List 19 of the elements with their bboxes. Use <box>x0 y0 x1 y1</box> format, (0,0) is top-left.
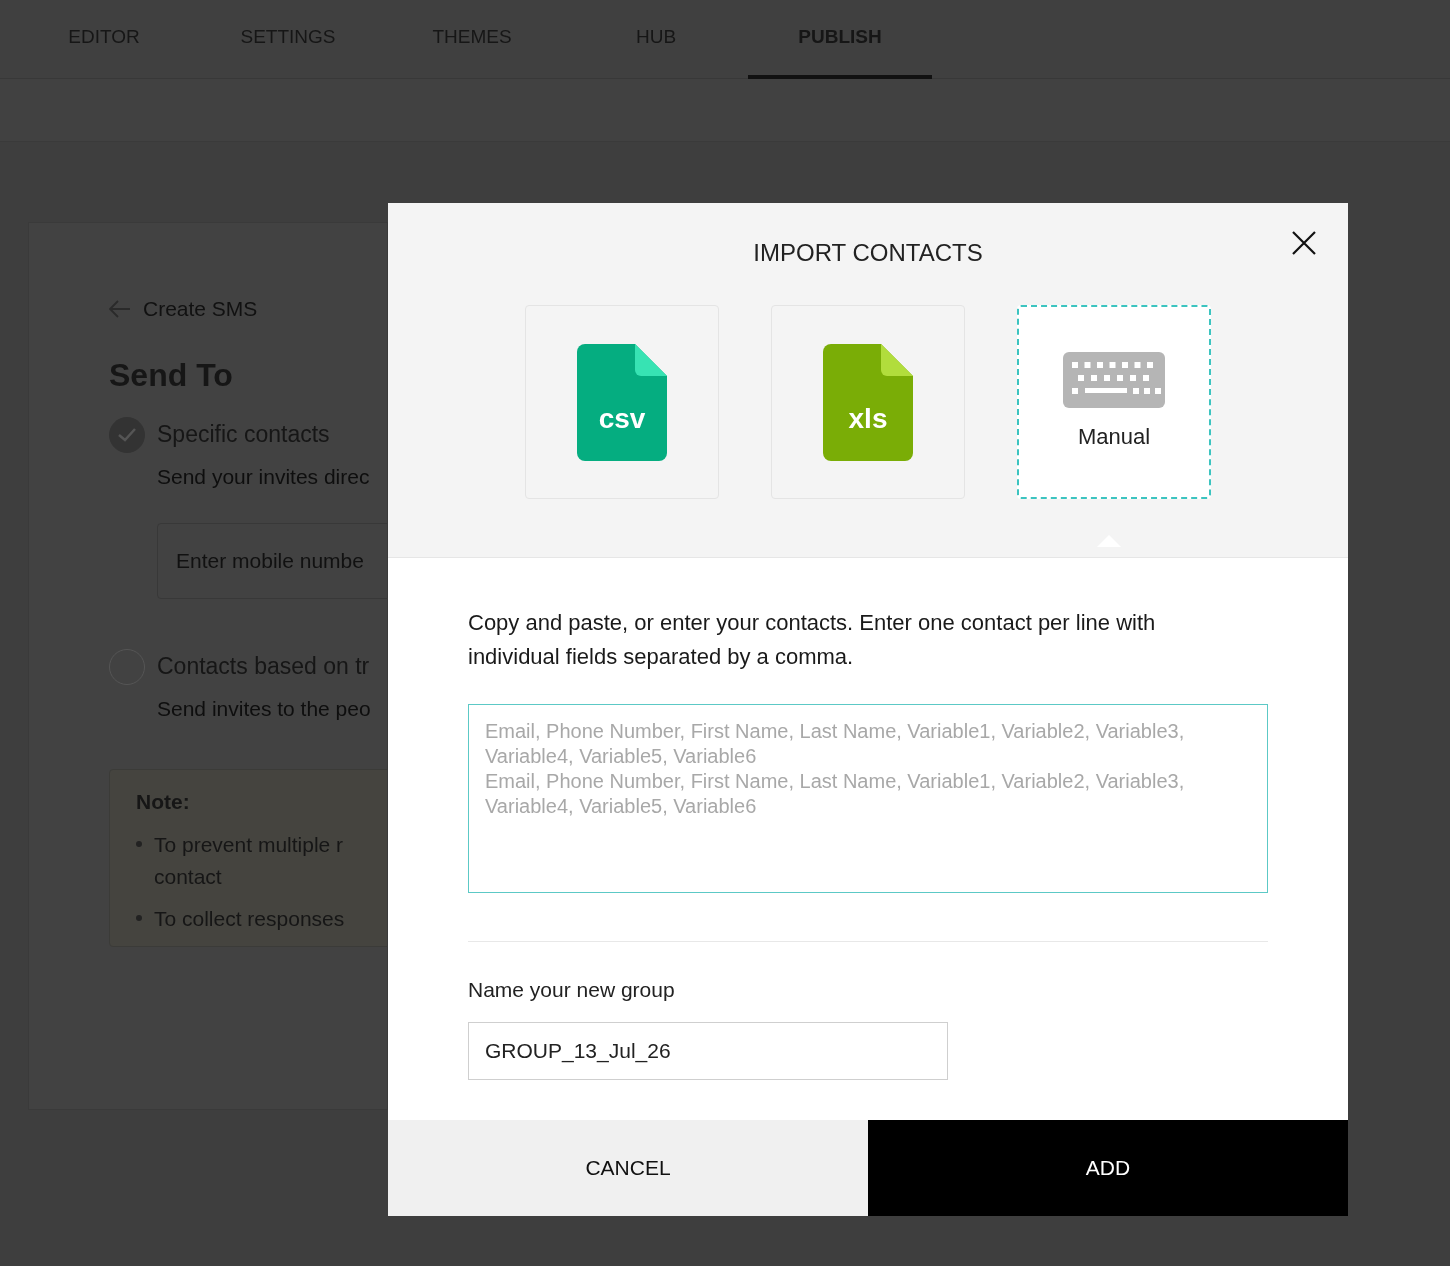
add-button[interactable]: ADD <box>868 1120 1348 1216</box>
keyboard-icon <box>1063 351 1165 408</box>
close-icon[interactable] <box>1292 231 1316 255</box>
file-icon <box>577 343 667 461</box>
group-name-label: Name your new group <box>468 977 676 1003</box>
check-icon <box>118 427 136 442</box>
import-option[interactable]: csv <box>525 305 719 499</box>
cancel-button[interactable]: CANCEL <box>388 1120 868 1216</box>
contacts-input[interactable]: Email, Phone Number, First Name, Last Name, Variable1, Variable2, Variable3, Variable4, Variable5, Variable6 Email, Phone Number, First Name, Last Name, Variable1, Variable2, Variable3, Variable4, Variable5, Variable6 <box>468 704 1268 893</box>
radio-button[interactable] <box>109 416 145 453</box>
group-name-input[interactable]: GROUP_13_Jul_26 <box>468 1021 948 1080</box>
instructions-text: Copy and paste, or enter your contacts. Enter one contact per line with individual fields separated by a comma. <box>468 609 1157 671</box>
file-icon <box>823 343 913 461</box>
bullet-icon <box>136 915 142 921</box>
import-option[interactable]: Manual <box>1017 305 1211 499</box>
bullet-icon <box>136 841 142 847</box>
dialog-title: IMPORT CONTACTS <box>753 238 983 268</box>
import-option[interactable]: xls <box>771 305 965 499</box>
back-arrow-icon[interactable] <box>109 299 131 318</box>
